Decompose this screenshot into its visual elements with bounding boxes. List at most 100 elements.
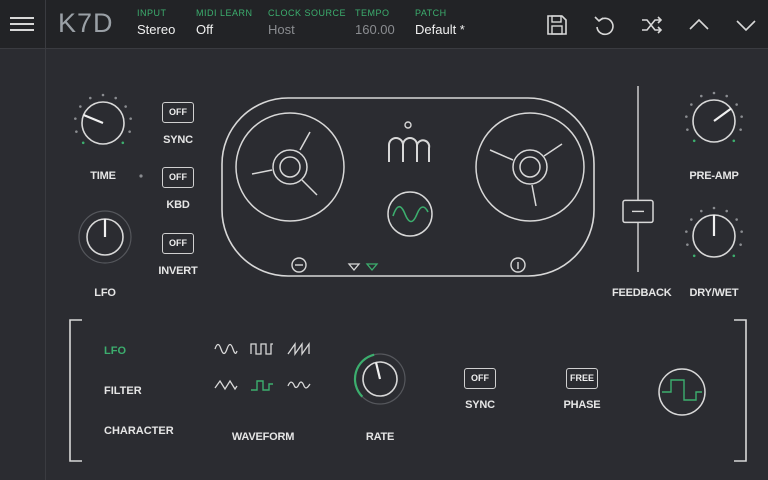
knob-scale-dot: [128, 130, 131, 133]
invert-label: INVERT: [158, 265, 198, 277]
knob-scale-dot: [699, 209, 703, 213]
waveform-label: WAVEFORM: [231, 431, 295, 443]
waveform-pulse-icon[interactable]: [250, 342, 274, 356]
left-sidebar-divider: [45, 0, 46, 480]
right-reel: [475, 112, 585, 222]
minus-circle-icon[interactable]: [291, 257, 307, 273]
time-link-dot: [139, 174, 143, 178]
waveform-triangle-icon[interactable]: [214, 378, 238, 392]
knob-scale-dot: [81, 141, 85, 145]
knob-scale-dot: [739, 243, 742, 246]
patch-selector[interactable]: PATCH Default *: [415, 8, 465, 37]
top-bar: K7D INPUT Stereo MIDI LEARN Off CLOCK SO…: [0, 0, 768, 49]
save-icon[interactable]: [544, 12, 570, 38]
knob-scale-dot: [88, 96, 92, 100]
dry-wet-label: DRY/WET: [689, 287, 739, 299]
knob-scale-dot: [725, 94, 729, 98]
lfo-sync-label: SYNC: [465, 399, 495, 411]
knob-scale-dot: [124, 105, 127, 108]
midi-learn-selector[interactable]: MIDI LEARN Off: [196, 8, 253, 37]
knob-scale-dot: [75, 130, 78, 133]
knob-scale-dot: [690, 218, 693, 221]
knob-scale-dot: [101, 93, 105, 97]
pre-amp-knob[interactable]: [681, 88, 747, 154]
patch-label: PATCH: [415, 8, 447, 18]
triangle-down-active-icon[interactable]: [365, 263, 379, 272]
sync-toggle[interactable]: OFF: [162, 102, 194, 123]
pre-amp-label: PRE-AMP: [689, 170, 739, 182]
shuffle-icon[interactable]: [639, 12, 665, 38]
input-value: Stereo: [137, 22, 176, 37]
lfo-sync-toggle[interactable]: OFF: [464, 368, 496, 389]
triangle-down-icon[interactable]: [347, 263, 361, 272]
knob-scale-dot: [732, 139, 736, 143]
knob-scale-dot: [686, 128, 689, 131]
knob-scale-dot: [740, 230, 743, 233]
input-label: INPUT: [137, 8, 167, 18]
info-circle-icon[interactable]: [510, 257, 526, 273]
feedback-slider-thumb[interactable]: [622, 199, 654, 224]
lfo-knob[interactable]: [75, 207, 135, 267]
waveform-scope-icon: [387, 191, 433, 237]
sync-label: SYNC: [163, 134, 193, 146]
invert-toggle[interactable]: OFF: [162, 233, 194, 254]
knob-scale-dot: [732, 254, 736, 258]
time-knob[interactable]: [70, 90, 136, 156]
tab-filter[interactable]: FILTER: [104, 385, 142, 397]
app-logo: K7D: [58, 8, 114, 38]
knob-scale-dot: [686, 243, 689, 246]
chevron-down-icon[interactable]: [733, 12, 759, 38]
tempo-value: 160.00: [355, 22, 395, 37]
knob-scale-dot: [692, 254, 696, 258]
dry-wet-knob[interactable]: [681, 203, 747, 269]
knob-scale-dot: [739, 128, 742, 131]
time-label: TIME: [90, 170, 116, 182]
lfo-knob-label: LFO: [94, 287, 116, 299]
rate-label: RATE: [365, 431, 395, 443]
hamburger-menu-icon[interactable]: [10, 14, 34, 34]
phase-label: PHASE: [563, 399, 601, 411]
rate-knob-arc: [353, 353, 375, 398]
tab-lfo[interactable]: LFO: [104, 345, 126, 357]
knob-scale-dot: [735, 103, 738, 106]
undo-icon[interactable]: [591, 12, 617, 38]
patch-value: Default *: [415, 22, 465, 37]
phase-toggle[interactable]: FREE: [566, 368, 598, 389]
knob-scale-dot: [690, 103, 693, 106]
input-selector[interactable]: INPUT Stereo: [137, 8, 175, 37]
knob-scale-dot: [725, 209, 729, 213]
left-reel: [235, 112, 345, 222]
knob-scale-dot: [74, 117, 77, 120]
waveform-square-icon[interactable]: [250, 378, 274, 392]
knob-scale-dot: [685, 230, 688, 233]
knob-scale-dot: [740, 115, 743, 118]
waveform-sine-icon[interactable]: [214, 342, 238, 356]
tempo-label: TEMPO: [355, 8, 390, 18]
lfo-panel-frame: [69, 319, 747, 462]
knob-scale-dot: [692, 139, 696, 143]
clock-source-selector[interactable]: CLOCK SOURCE Host: [268, 8, 346, 37]
kbd-label: KBD: [166, 199, 190, 211]
waveform-saw-icon[interactable]: [287, 341, 311, 357]
knob-scale-dot: [79, 105, 82, 108]
knob-scale-dot: [712, 206, 716, 210]
midi-learn-value: Off: [196, 22, 214, 37]
brand-emblem-icon: [388, 121, 431, 162]
clock-source-label: CLOCK SOURCE: [268, 8, 347, 18]
chevron-up-icon[interactable]: [686, 12, 712, 38]
clock-source-value: Host: [268, 22, 295, 37]
feedback-slider[interactable]: [620, 84, 656, 274]
knob-scale-dot: [699, 94, 703, 98]
tab-character[interactable]: CHARACTER: [104, 425, 174, 437]
knob-scale-dot: [129, 117, 132, 120]
rate-knob[interactable]: [351, 350, 409, 408]
feedback-label: FEEDBACK: [612, 287, 672, 299]
knob-scale-dot: [712, 91, 716, 95]
knob-scale-dot: [121, 141, 125, 145]
knob-scale-dot: [685, 115, 688, 118]
tempo-field[interactable]: TEMPO 160.00: [355, 8, 395, 37]
waveform-random-icon[interactable]: [287, 378, 311, 392]
kbd-toggle[interactable]: OFF: [162, 167, 194, 188]
knob-scale-dot: [114, 96, 118, 100]
knob-scale-dot: [735, 218, 738, 221]
